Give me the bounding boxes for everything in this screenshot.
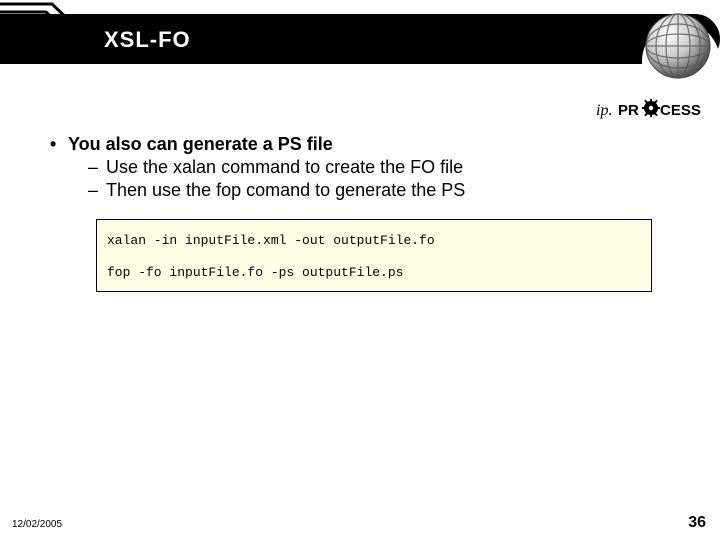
ipprocess-logo: ip. PR CESS: [596, 98, 706, 122]
bullet-sub-1: Use the xalan command to create the FO f…: [106, 157, 670, 178]
slide: XSL-FO ip. PR: [0, 0, 720, 540]
code-box: xalan -in inputFile.xml -out outputFile.…: [96, 219, 652, 292]
code-line-1: xalan -in inputFile.xml -out outputFile.…: [107, 233, 435, 248]
content-area: You also can generate a PS file Use the …: [50, 134, 670, 292]
globe-icon: [642, 10, 714, 82]
footer-date: 12/02/2005: [12, 519, 62, 530]
code-line-2: fop -fo inputFile.fo -ps outputFile.ps: [107, 265, 403, 280]
slide-title: XSL-FO: [104, 27, 191, 53]
logo-cess: CESS: [660, 102, 701, 119]
logo-ip: ip.: [596, 102, 612, 119]
gear-icon: [642, 99, 660, 117]
footer-page-number: 36: [688, 514, 706, 532]
bullet-main: You also can generate a PS file: [68, 134, 670, 155]
bullet-sub-2: Then use the fop comand to generate the …: [106, 180, 670, 201]
logo-pr: PR: [618, 102, 639, 119]
